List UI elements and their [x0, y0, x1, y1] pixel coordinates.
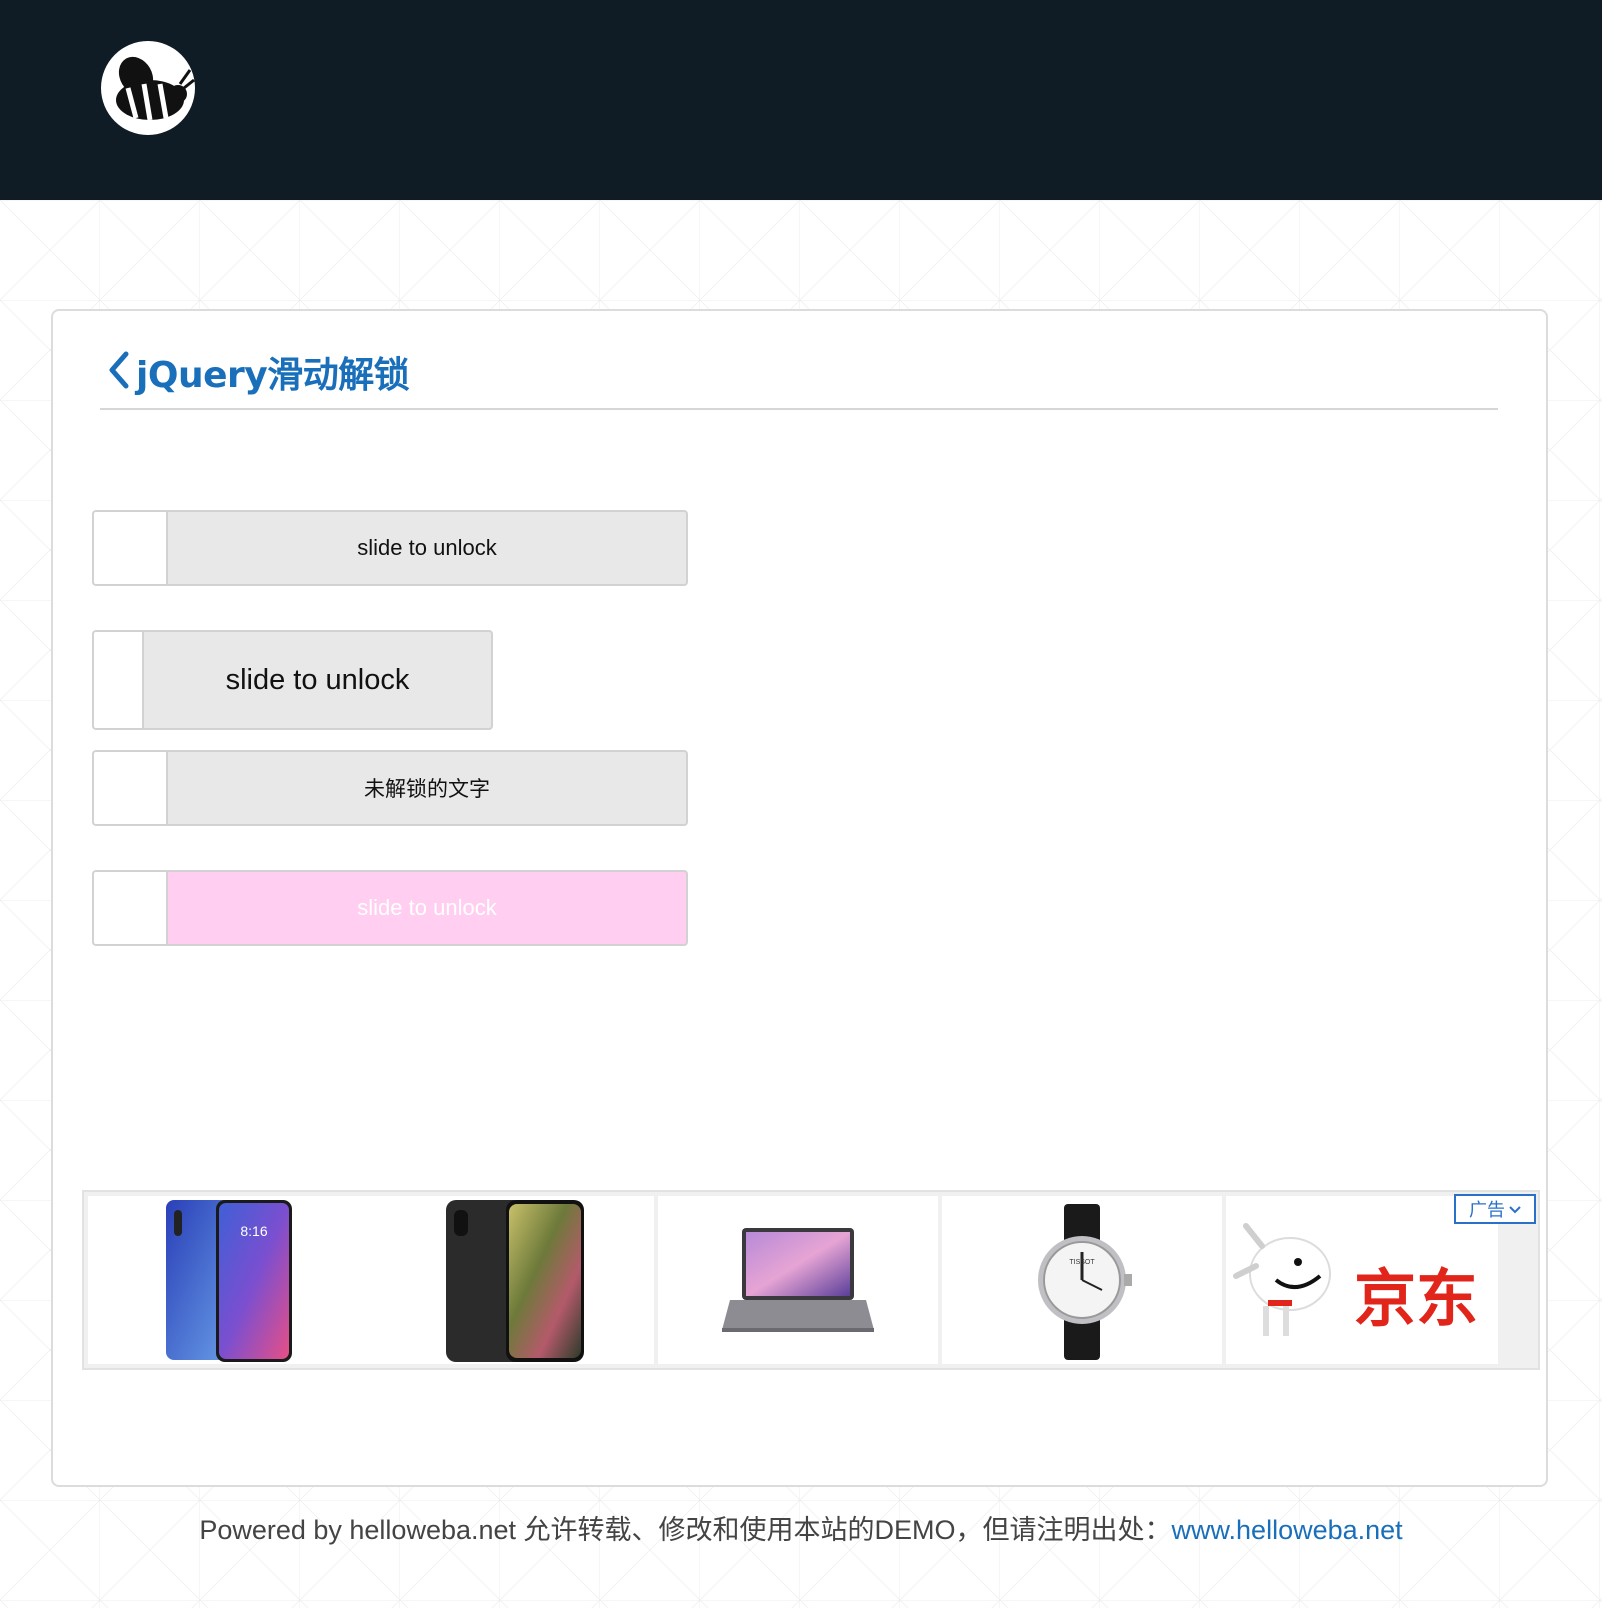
bee-logo-icon[interactable]: [100, 40, 196, 136]
slide-unlock-4: slide to unlock: [92, 870, 688, 946]
page-title: jQuery滑动解锁: [136, 355, 410, 396]
chevron-left-icon[interactable]: [106, 350, 132, 390]
slider-handle[interactable]: [94, 512, 168, 584]
ad-badge[interactable]: 广告: [1454, 1194, 1536, 1224]
footer-text: Powered by helloweba.net 允许转载、修改和使用本站的DE…: [199, 1515, 1172, 1545]
footer: Powered by helloweba.net 允许转载、修改和使用本站的DE…: [0, 1508, 1602, 1547]
ad-item-wristwatch[interactable]: TISSOT: [942, 1196, 1222, 1364]
slider-label: slide to unlock: [357, 895, 497, 920]
ad-item-iphone[interactable]: [376, 1196, 654, 1364]
slide-unlock-2: slide to unlock: [92, 630, 493, 730]
watch-brand: TISSOT: [1069, 1259, 1095, 1266]
title-bar: jQuery滑动解锁: [100, 340, 1498, 410]
site-header: [0, 0, 1602, 200]
ad-badge-label: 广告: [1469, 1200, 1505, 1221]
ad-banner: 8:16 TISSOT 京东 广告: [82, 1190, 1540, 1370]
slider-label: slide to unlock: [357, 535, 497, 560]
slider-handle[interactable]: [94, 752, 168, 824]
ad-item-laptop[interactable]: [658, 1196, 938, 1364]
phone-clock: 8:16: [240, 1223, 267, 1239]
slider-label: slide to unlock: [225, 663, 410, 696]
ad-item-xiaomi-phone[interactable]: 8:16: [88, 1196, 376, 1364]
slide-unlock-1: slide to unlock: [92, 510, 688, 586]
chevron-down-icon: [1509, 1199, 1521, 1220]
slide-unlock-3: 未解锁的文字: [92, 750, 688, 826]
slider-label: 未解锁的文字: [364, 777, 490, 801]
footer-link[interactable]: www.helloweba.net: [1172, 1515, 1403, 1545]
slider-handle[interactable]: [94, 632, 144, 728]
slider-handle[interactable]: [94, 872, 168, 944]
jd-brand-text: 京东: [1354, 1262, 1478, 1335]
